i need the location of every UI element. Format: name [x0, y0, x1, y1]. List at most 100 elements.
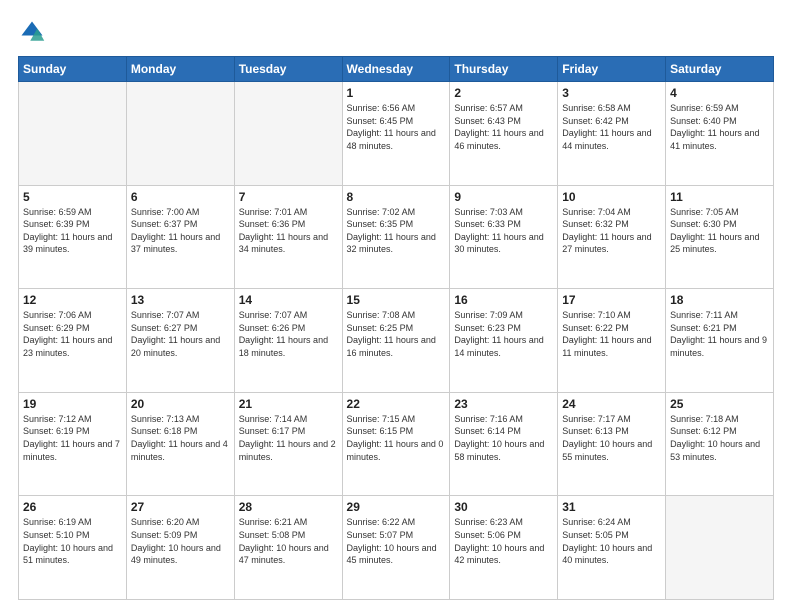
cell-info: Sunrise: 7:03 AM Sunset: 6:33 PM Dayligh…: [454, 206, 553, 256]
day-number: 1: [347, 86, 446, 100]
day-number: 7: [239, 190, 338, 204]
day-number: 18: [670, 293, 769, 307]
cell-info: Sunrise: 6:19 AM Sunset: 5:10 PM Dayligh…: [23, 516, 122, 566]
col-saturday: Saturday: [666, 57, 774, 82]
cell-info: Sunrise: 7:15 AM Sunset: 6:15 PM Dayligh…: [347, 413, 446, 463]
calendar-cell: 16 Sunrise: 7:09 AM Sunset: 6:23 PM Dayli…: [450, 289, 558, 393]
calendar-cell: 27 Sunrise: 6:20 AM Sunset: 5:09 PM Dayli…: [126, 496, 234, 600]
day-number: 10: [562, 190, 661, 204]
calendar-cell: 7 Sunrise: 7:01 AM Sunset: 6:36 PM Daylig…: [234, 185, 342, 289]
calendar-cell: 6 Sunrise: 7:00 AM Sunset: 6:37 PM Daylig…: [126, 185, 234, 289]
cell-info: Sunrise: 6:59 AM Sunset: 6:40 PM Dayligh…: [670, 102, 769, 152]
col-friday: Friday: [558, 57, 666, 82]
day-number: 26: [23, 500, 122, 514]
day-number: 28: [239, 500, 338, 514]
day-number: 31: [562, 500, 661, 514]
calendar-cell: 22 Sunrise: 7:15 AM Sunset: 6:15 PM Dayli…: [342, 392, 450, 496]
calendar-cell: 10Sunrise: 7:04 AM Sunset: 6:32 PM Dayli…: [558, 185, 666, 289]
cell-info: Sunrise: 7:07 AM Sunset: 6:26 PM Dayligh…: [239, 309, 338, 359]
calendar-cell: 23Sunrise: 7:16 AM Sunset: 6:14 PM Dayli…: [450, 392, 558, 496]
calendar-cell: 3 Sunrise: 6:58 AM Sunset: 6:42 PM Daylig…: [558, 82, 666, 186]
cell-info: Sunrise: 7:07 AM Sunset: 6:27 PM Dayligh…: [131, 309, 230, 359]
day-number: 27: [131, 500, 230, 514]
calendar-cell: 21 Sunrise: 7:14 AM Sunset: 6:17 PM Dayli…: [234, 392, 342, 496]
cell-info: Sunrise: 7:10 AM Sunset: 6:22 PM Dayligh…: [562, 309, 661, 359]
calendar-cell: 25 Sunrise: 7:18 AM Sunset: 6:12 PM Dayli…: [666, 392, 774, 496]
calendar-cell: 19 Sunrise: 7:12 AM Sunset: 6:19 PM Dayli…: [19, 392, 127, 496]
day-number: 6: [131, 190, 230, 204]
day-number: 21: [239, 397, 338, 411]
day-number: 22: [347, 397, 446, 411]
day-number: 12: [23, 293, 122, 307]
day-number: 30: [454, 500, 553, 514]
day-number: 14: [239, 293, 338, 307]
cell-info: Sunrise: 6:21 AM Sunset: 5:08 PM Dayligh…: [239, 516, 338, 566]
day-number: 16: [454, 293, 553, 307]
cell-info: Sunrise: 7:05 AM Sunset: 6:30 PM Dayligh…: [670, 206, 769, 256]
cell-info: Sunrise: 7:12 AM Sunset: 6:19 PM Dayligh…: [23, 413, 122, 463]
cell-info: Sunrise: 7:02 AM Sunset: 6:35 PM Dayligh…: [347, 206, 446, 256]
calendar-row-2: 5Sunrise: 6:59 AM Sunset: 6:39 PM Daylig…: [19, 185, 774, 289]
day-number: 13: [131, 293, 230, 307]
day-number: 17: [562, 293, 661, 307]
page: Sunday Monday Tuesday Wednesday Thursday…: [0, 0, 792, 612]
calendar-cell: 29 Sunrise: 6:22 AM Sunset: 5:07 PM Dayli…: [342, 496, 450, 600]
calendar-cell: [234, 82, 342, 186]
cell-info: Sunrise: 6:23 AM Sunset: 5:06 PM Dayligh…: [454, 516, 553, 566]
calendar-cell: 17 Sunrise: 7:10 AM Sunset: 6:22 PM Dayli…: [558, 289, 666, 393]
day-number: 15: [347, 293, 446, 307]
calendar-cell: 31 Sunrise: 6:24 AM Sunset: 5:05 PM Dayli…: [558, 496, 666, 600]
cell-info: Sunrise: 7:09 AM Sunset: 6:23 PM Dayligh…: [454, 309, 553, 359]
calendar-cell: [126, 82, 234, 186]
day-number: 9: [454, 190, 553, 204]
cell-info: Sunrise: 7:13 AM Sunset: 6:18 PM Dayligh…: [131, 413, 230, 463]
calendar-cell: 18 Sunrise: 7:11 AM Sunset: 6:21 PM Dayli…: [666, 289, 774, 393]
calendar-cell: 2Sunrise: 6:57 AM Sunset: 6:43 PM Daylig…: [450, 82, 558, 186]
col-wednesday: Wednesday: [342, 57, 450, 82]
day-number: 19: [23, 397, 122, 411]
day-number: 4: [670, 86, 769, 100]
col-sunday: Sunday: [19, 57, 127, 82]
cell-info: Sunrise: 7:17 AM Sunset: 6:13 PM Dayligh…: [562, 413, 661, 463]
cell-info: Sunrise: 6:22 AM Sunset: 5:07 PM Dayligh…: [347, 516, 446, 566]
cell-info: Sunrise: 7:14 AM Sunset: 6:17 PM Dayligh…: [239, 413, 338, 463]
cell-info: Sunrise: 6:57 AM Sunset: 6:43 PM Dayligh…: [454, 102, 553, 152]
logo: [18, 18, 50, 46]
cell-info: Sunrise: 6:24 AM Sunset: 5:05 PM Dayligh…: [562, 516, 661, 566]
calendar-cell: 28 Sunrise: 6:21 AM Sunset: 5:08 PM Dayli…: [234, 496, 342, 600]
cell-info: Sunrise: 7:18 AM Sunset: 6:12 PM Dayligh…: [670, 413, 769, 463]
cell-info: Sunrise: 6:58 AM Sunset: 6:42 PM Dayligh…: [562, 102, 661, 152]
calendar-row-4: 19 Sunrise: 7:12 AM Sunset: 6:19 PM Dayli…: [19, 392, 774, 496]
calendar-cell: 26 Sunrise: 6:19 AM Sunset: 5:10 PM Dayli…: [19, 496, 127, 600]
cell-info: Sunrise: 6:20 AM Sunset: 5:09 PM Dayligh…: [131, 516, 230, 566]
calendar-table: Sunday Monday Tuesday Wednesday Thursday…: [18, 56, 774, 600]
calendar-cell: 1Sunrise: 6:56 AM Sunset: 6:45 PM Daylig…: [342, 82, 450, 186]
calendar-cell: 24 Sunrise: 7:17 AM Sunset: 6:13 PM Dayli…: [558, 392, 666, 496]
calendar-cell: 20Sunrise: 7:13 AM Sunset: 6:18 PM Dayli…: [126, 392, 234, 496]
cell-info: Sunrise: 6:59 AM Sunset: 6:39 PM Dayligh…: [23, 206, 122, 256]
cell-info: Sunrise: 7:11 AM Sunset: 6:21 PM Dayligh…: [670, 309, 769, 359]
calendar-cell: [19, 82, 127, 186]
calendar-row-1: 1Sunrise: 6:56 AM Sunset: 6:45 PM Daylig…: [19, 82, 774, 186]
cell-info: Sunrise: 7:00 AM Sunset: 6:37 PM Dayligh…: [131, 206, 230, 256]
day-number: 3: [562, 86, 661, 100]
calendar-cell: 13 Sunrise: 7:07 AM Sunset: 6:27 PM Dayli…: [126, 289, 234, 393]
day-number: 24: [562, 397, 661, 411]
calendar-cell: 15Sunrise: 7:08 AM Sunset: 6:25 PM Dayli…: [342, 289, 450, 393]
calendar-row-5: 26 Sunrise: 6:19 AM Sunset: 5:10 PM Dayli…: [19, 496, 774, 600]
cell-info: Sunrise: 7:06 AM Sunset: 6:29 PM Dayligh…: [23, 309, 122, 359]
calendar-cell: 8Sunrise: 7:02 AM Sunset: 6:35 PM Daylig…: [342, 185, 450, 289]
calendar-header-row: Sunday Monday Tuesday Wednesday Thursday…: [19, 57, 774, 82]
day-number: 25: [670, 397, 769, 411]
col-monday: Monday: [126, 57, 234, 82]
calendar-cell: 4 Sunrise: 6:59 AM Sunset: 6:40 PM Daylig…: [666, 82, 774, 186]
cell-info: Sunrise: 7:01 AM Sunset: 6:36 PM Dayligh…: [239, 206, 338, 256]
day-number: 29: [347, 500, 446, 514]
calendar-cell: 30 Sunrise: 6:23 AM Sunset: 5:06 PM Dayli…: [450, 496, 558, 600]
calendar-cell: 9 Sunrise: 7:03 AM Sunset: 6:33 PM Daylig…: [450, 185, 558, 289]
day-number: 23: [454, 397, 553, 411]
col-thursday: Thursday: [450, 57, 558, 82]
logo-icon: [18, 18, 46, 46]
calendar-cell: 12 Sunrise: 7:06 AM Sunset: 6:29 PM Dayli…: [19, 289, 127, 393]
calendar-cell: [666, 496, 774, 600]
